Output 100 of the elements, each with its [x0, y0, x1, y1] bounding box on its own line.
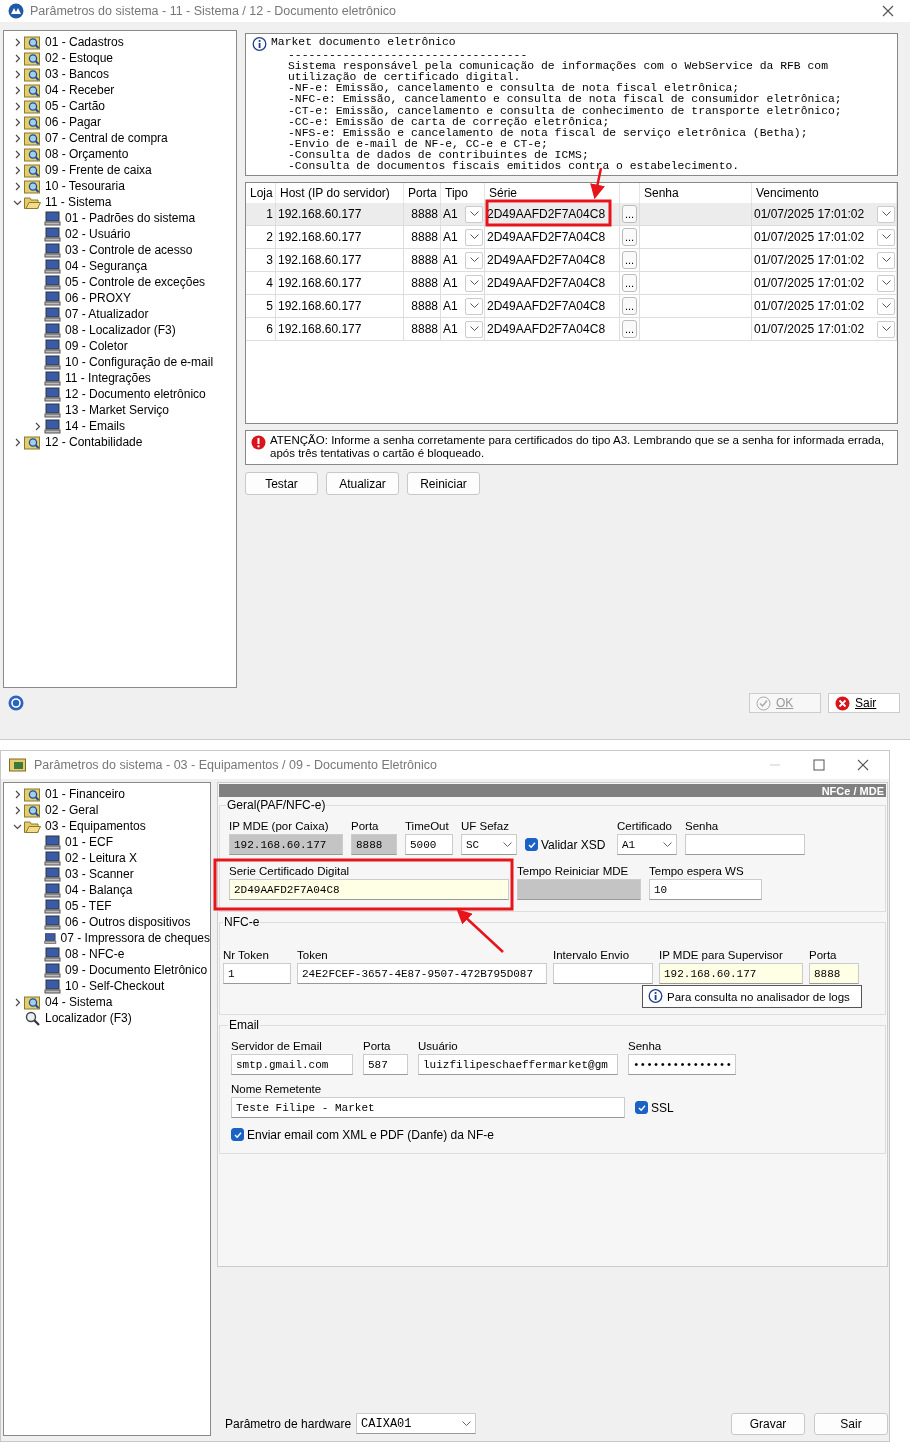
dropdown-button[interactable] [877, 274, 895, 292]
input-field[interactable]: SC [461, 834, 517, 855]
dropdown-button[interactable] [877, 228, 895, 246]
input-field[interactable]: 24E2FCEF-3657-4E87-9507-472B795D087 [297, 963, 547, 984]
dropdown-button[interactable] [465, 320, 483, 338]
dropdown-button[interactable] [465, 228, 483, 246]
input-field[interactable]: 192.168.60.177 [229, 834, 343, 855]
tree-item[interactable]: 04 - Segurança [65, 259, 148, 273]
tree-item[interactable]: 12 - Contabilidade [45, 435, 143, 449]
tree-item[interactable]: 10 - Self-Checkout [65, 979, 165, 993]
action-button[interactable]: Sair [814, 1412, 888, 1435]
tree-item[interactable]: 08 - NFC-e [65, 947, 125, 961]
input-field[interactable]: 5000 [405, 834, 453, 855]
table-row[interactable]: 4 192.168.60.177 8888 A1 2D49AAFD2F7A04C8 ... 01/07/2025 17:01:02 [246, 272, 897, 295]
tree-item[interactable]: 05 - Cartão [45, 99, 106, 113]
tree-item[interactable]: 05 - TEF [65, 899, 112, 913]
checkbox[interactable] [231, 1128, 244, 1141]
tree-item[interactable]: 13 - Market Serviço [65, 403, 170, 417]
tree-item[interactable]: 01 - Cadastros [45, 35, 124, 49]
tree-item[interactable]: 09 - Coletor [65, 339, 128, 353]
input-field[interactable]: 8888 [351, 834, 397, 855]
tree-item[interactable]: Localizador (F3) [45, 1011, 132, 1025]
tree-item[interactable]: 04 - Receber [45, 83, 115, 97]
dropdown-button[interactable] [465, 251, 483, 269]
tree-item[interactable]: 03 - Controle de acesso [65, 243, 193, 257]
input-field[interactable]: ••••••••••••••• [628, 1054, 736, 1075]
dropdown-button[interactable] [465, 205, 483, 223]
tree-item[interactable]: 01 - Padrões do sistema [65, 211, 196, 225]
browse-button[interactable]: ... [622, 297, 637, 315]
tree-item[interactable]: 08 - Localizador (F3) [65, 323, 176, 337]
input-field[interactable] [517, 879, 641, 900]
tree-item[interactable]: 08 - Orçamento [45, 147, 129, 161]
info-text: utilização de certificado digital. [287, 72, 521, 84]
input-field[interactable] [553, 963, 653, 984]
action-button[interactable]: Testar [245, 472, 318, 495]
tree-item[interactable]: 05 - Controle de exceções [65, 275, 206, 289]
footer-button[interactable]: Sair [828, 693, 900, 713]
table-row[interactable]: 3 192.168.60.177 8888 A1 2D49AAFD2F7A04C8 ... 01/07/2025 17:01:02 [246, 249, 897, 272]
checkbox[interactable] [635, 1101, 648, 1114]
dropdown-button[interactable] [877, 205, 895, 223]
tree-item[interactable]: 03 - Bancos [45, 67, 110, 81]
input-field[interactable]: 10 [649, 879, 762, 900]
tree-item[interactable]: 04 - Balança [65, 883, 133, 897]
dropdown-button[interactable] [465, 297, 483, 315]
input-field[interactable]: 2D49AAFD2F7A04C8 [229, 879, 509, 900]
tree-item[interactable]: 09 - Documento Eletrônico [65, 963, 208, 977]
error-icon [251, 435, 266, 450]
action-button[interactable]: Reiniciar [407, 472, 480, 495]
tree-item[interactable]: 14 - Emails [65, 419, 126, 433]
tree-item[interactable]: 12 - Documento eletrônico [65, 387, 206, 401]
dropdown-button[interactable] [465, 274, 483, 292]
input-field[interactable]: 1 [223, 963, 291, 984]
browse-button[interactable]: ... [622, 228, 637, 246]
close-icon[interactable] [857, 759, 869, 771]
browse-button[interactable]: ... [622, 320, 637, 338]
tree-item[interactable]: 09 - Frente de caixa [45, 163, 152, 177]
tree-item[interactable]: 07 - Atualizador [65, 307, 149, 321]
dropdown-button[interactable] [877, 251, 895, 269]
tree-item[interactable]: 06 - Pagar [45, 115, 102, 129]
input-field[interactable]: 587 [363, 1054, 408, 1075]
input-field[interactable] [685, 834, 805, 855]
tree-item[interactable]: 01 - Financeiro [45, 787, 126, 801]
tree-item[interactable]: 10 - Configuração de e-mail [65, 355, 214, 369]
table-row[interactable]: 2 192.168.60.177 8888 A1 2D49AAFD2F7A04C8 ... 01/07/2025 17:01:02 [246, 226, 897, 249]
close-icon[interactable] [882, 5, 894, 17]
checkbox[interactable] [525, 838, 538, 851]
action-button[interactable]: Gravar [731, 1412, 805, 1435]
dropdown-button[interactable] [877, 320, 895, 338]
browse-button[interactable]: ... [622, 251, 637, 269]
input-field[interactable]: luizfilipeschaeffermarket@gm [418, 1054, 618, 1075]
tree-item[interactable]: 06 - Outros dispositivos [65, 915, 191, 929]
dropdown-button[interactable] [877, 297, 895, 315]
input-field[interactable]: 8888 [809, 963, 859, 984]
tree-item[interactable]: 07 - Central de compra [45, 131, 168, 145]
tree-item[interactable]: 06 - PROXY [65, 291, 132, 305]
tree-item[interactable]: 02 - Usuário [65, 227, 131, 241]
tree-item[interactable]: 01 - ECF [65, 835, 113, 849]
tree-item[interactable]: 11 - Sistema [45, 195, 112, 209]
tree-item[interactable]: 03 - Equipamentos [45, 819, 146, 833]
tree-item[interactable]: 04 - Sistema [45, 995, 113, 1009]
maximize-icon[interactable] [813, 759, 825, 771]
tree-item[interactable]: 10 - Tesouraria [45, 179, 125, 193]
hardware-select[interactable]: CAIXA01 [356, 1413, 477, 1434]
tree-item[interactable]: 11 - Integrações [65, 371, 151, 385]
tree-item[interactable]: 02 - Geral [45, 803, 99, 817]
tree-item[interactable]: 02 - Leitura X [65, 851, 138, 865]
tree-item[interactable]: 07 - Impressora de cheques [60, 931, 210, 945]
input-field[interactable]: 192.168.60.177 [659, 963, 803, 984]
table-cell: 2D49AAFD2F7A04C8 [485, 249, 620, 271]
table-row[interactable]: 6 192.168.60.177 8888 A1 2D49AAFD2F7A04C8 ... 01/07/2025 17:01:02 [246, 318, 897, 341]
tree-item[interactable]: 02 - Estoque [45, 51, 114, 65]
table-row[interactable]: 5 192.168.60.177 8888 A1 2D49AAFD2F7A04C8 ... 01/07/2025 17:01:02 [246, 295, 897, 318]
input-field[interactable]: Teste Filipe - Market [231, 1097, 625, 1118]
action-button[interactable]: Atualizar [326, 472, 399, 495]
browse-button[interactable]: ... [622, 274, 637, 292]
input-field[interactable]: A1 [617, 834, 677, 855]
browse-button[interactable]: ... [622, 205, 637, 223]
tree-item[interactable]: 03 - Scanner [65, 867, 134, 881]
table-row[interactable]: 1 192.168.60.177 8888 A1 2D49AAFD2F7A04C8 ... 01/07/2025 17:01:02 [246, 203, 897, 226]
input-field[interactable]: smtp.gmail.com [231, 1054, 353, 1075]
